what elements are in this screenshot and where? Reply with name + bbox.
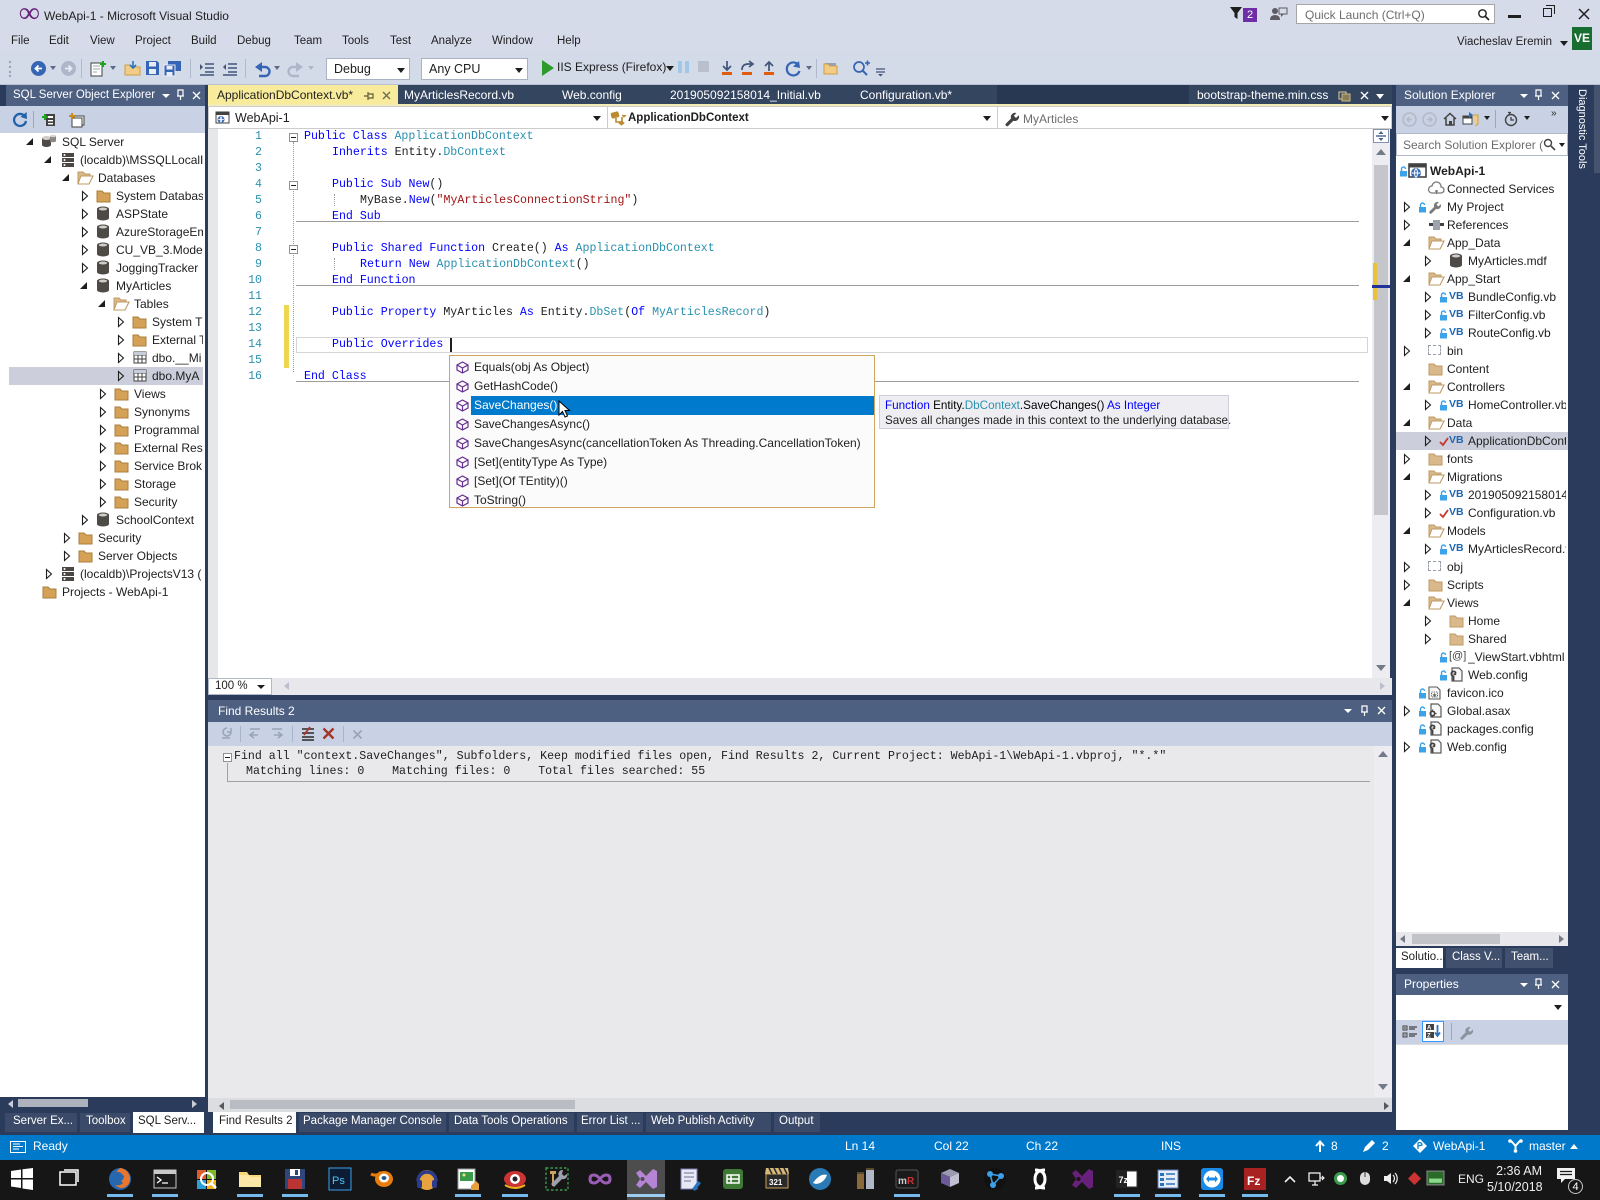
svg-text:7z: 7z	[1119, 1175, 1129, 1185]
svg-text:Z: Z	[1427, 1034, 1431, 1040]
svg-text:A: A	[1427, 1026, 1432, 1032]
svg-text:R: R	[907, 1176, 915, 1187]
svg-text:321: 321	[769, 1178, 783, 1187]
svg-text:m: m	[898, 1176, 907, 1187]
svg-text:Ps: Ps	[332, 1175, 345, 1187]
svg-text:Fz: Fz	[1247, 1174, 1260, 1188]
